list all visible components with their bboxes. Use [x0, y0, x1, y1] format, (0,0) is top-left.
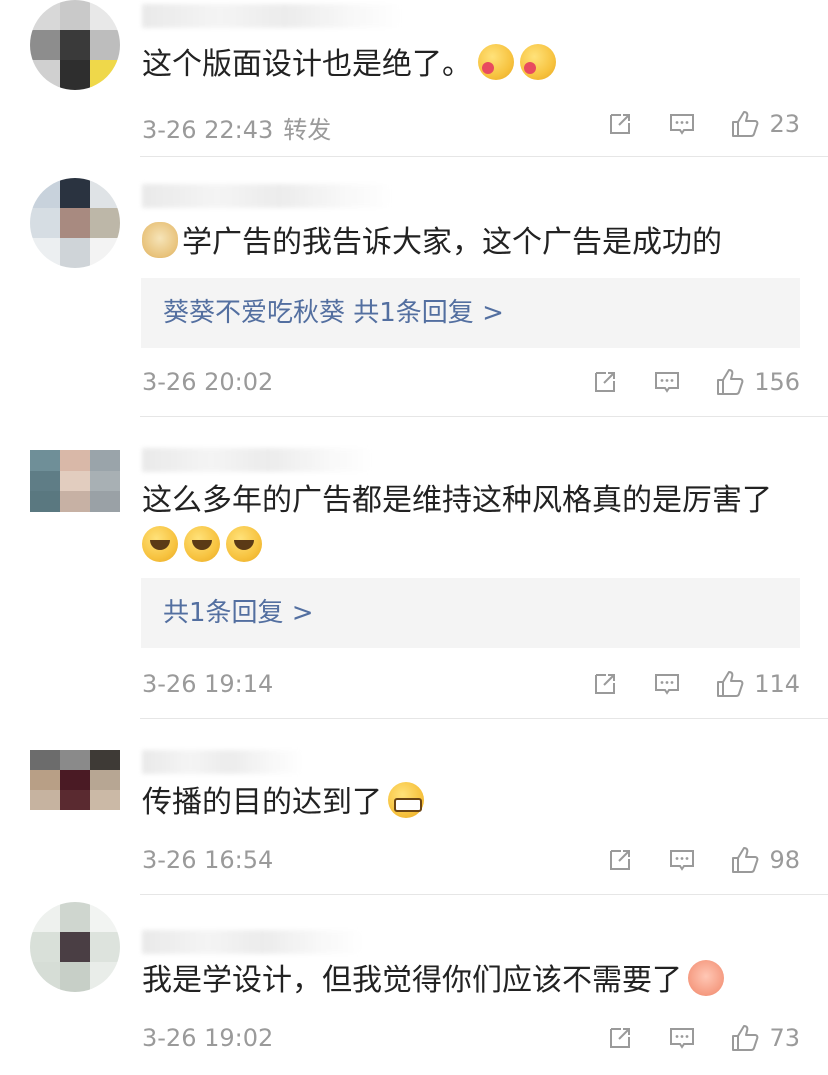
comment-icon	[670, 114, 695, 135]
avatar[interactable]	[30, 0, 120, 90]
share-icon	[610, 1028, 631, 1048]
comment-meta: 3-26 22:43 转发	[142, 110, 331, 145]
reply-preview[interactable]: 共1条回复 >	[141, 578, 800, 648]
comment-actions: 114	[558, 668, 800, 700]
username-blurred[interactable]	[142, 750, 302, 774]
comment-actions: 98	[573, 844, 800, 876]
comment-meta: 3-26 16:54	[142, 846, 273, 874]
laugh-cry-emoji-icon	[184, 526, 220, 562]
comment-button[interactable]	[652, 669, 682, 699]
comment-text: 传播的目的达到了	[142, 780, 812, 826]
laugh-cry-emoji-icon	[142, 526, 178, 562]
share-icon	[595, 372, 616, 392]
share-button[interactable]	[590, 669, 620, 699]
like-count: 114	[754, 670, 800, 698]
timestamp: 3-26 20:02	[142, 368, 274, 396]
share-icon	[610, 850, 631, 870]
comment-text: 学广告的我告诉大家，这个广告是成功的	[142, 220, 812, 266]
timestamp: 3-26 19:02	[142, 1024, 274, 1052]
timestamp: 3-26 16:54	[142, 846, 274, 874]
like-count: 156	[754, 368, 800, 396]
grinning-emoji-icon	[388, 782, 424, 818]
avatar[interactable]	[30, 750, 120, 810]
share-button[interactable]	[590, 367, 620, 397]
like-count: 98	[769, 846, 800, 874]
comment-icon	[655, 674, 680, 695]
like-count: 73	[769, 1024, 800, 1052]
comment-meta: 3-26 19:02	[142, 1024, 273, 1052]
username-blurred[interactable]	[142, 184, 392, 208]
thumbs-up-icon	[732, 111, 759, 137]
avatar[interactable]	[30, 450, 120, 512]
share-button[interactable]	[605, 1023, 635, 1053]
comment-button[interactable]	[652, 367, 682, 397]
share-icon	[595, 674, 616, 694]
divider	[140, 416, 828, 417]
like-button[interactable]: 156	[714, 366, 800, 398]
laughing-face-emoji-icon	[688, 960, 724, 996]
blushing-heart-emoji-icon	[520, 44, 556, 80]
forward-link[interactable]: 转发	[283, 116, 331, 144]
laugh-cry-emoji-icon	[226, 526, 262, 562]
comment-button[interactable]	[667, 1023, 697, 1053]
comment-meta: 3-26 19:14	[142, 670, 273, 698]
timestamp: 3-26 22:43	[142, 116, 274, 144]
divider	[140, 894, 828, 895]
thumbs-up-icon	[717, 369, 744, 395]
comment-actions: 73	[573, 1022, 800, 1054]
timestamp: 3-26 19:14	[142, 670, 274, 698]
blushing-heart-emoji-icon	[478, 44, 514, 80]
like-button[interactable]: 23	[729, 108, 800, 140]
comment-text: 这么多年的广告都是维持这种风格真的是厉害了	[142, 478, 812, 570]
comment-button[interactable]	[667, 109, 697, 139]
doge-emoji-icon	[142, 222, 178, 258]
like-count: 23	[769, 110, 800, 138]
reply-preview[interactable]: 葵葵不爱吃秋葵 共1条回复 >	[141, 278, 800, 348]
thumbs-up-icon	[732, 1025, 759, 1051]
like-button[interactable]: 114	[714, 668, 800, 700]
comment-button[interactable]	[667, 845, 697, 875]
share-icon	[610, 114, 631, 134]
comment-text: 我是学设计，但我觉得你们应该不需要了	[142, 958, 812, 1004]
comment-text: 这个版面设计也是绝了。	[142, 42, 812, 88]
username-blurred[interactable]	[142, 930, 362, 954]
comment-icon	[670, 1028, 695, 1049]
like-button[interactable]: 98	[729, 844, 800, 876]
comment-icon	[670, 850, 695, 871]
divider	[140, 156, 828, 157]
thumbs-up-icon	[732, 847, 759, 873]
divider	[140, 718, 828, 719]
comment-actions: 156	[558, 366, 800, 398]
like-button[interactable]: 73	[729, 1022, 800, 1054]
avatar[interactable]	[30, 178, 120, 268]
comment-actions: 23	[573, 108, 800, 140]
thumbs-up-icon	[717, 671, 744, 697]
avatar[interactable]	[30, 902, 120, 992]
comment-meta: 3-26 20:02	[142, 368, 273, 396]
username-blurred[interactable]	[142, 448, 372, 472]
share-button[interactable]	[605, 109, 635, 139]
comment-icon	[655, 372, 680, 393]
share-button[interactable]	[605, 845, 635, 875]
username-blurred[interactable]	[142, 4, 402, 28]
